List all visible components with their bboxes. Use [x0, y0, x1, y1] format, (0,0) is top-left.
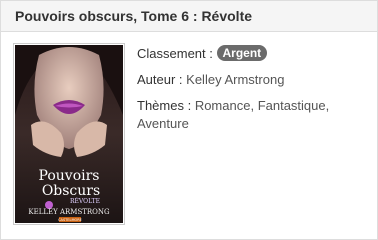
- cover-author: KELLEY ARMSTRONG: [28, 208, 110, 216]
- theme-link-romance[interactable]: Romance,: [195, 98, 254, 113]
- book-cover[interactable]: Pouvoirs Obscurs RÉVOLTE KELLEY ARMSTRON…: [13, 43, 125, 225]
- card-header: Pouvoirs obscurs, Tome 6 : Révolte: [1, 1, 377, 32]
- author-row: Auteur : Kelley Armstrong: [137, 71, 367, 89]
- themes-label: Thèmes :: [137, 98, 192, 113]
- ranking-badge: Argent: [216, 45, 268, 61]
- cover-title-line1: Pouvoirs: [39, 168, 100, 184]
- book-title: Pouvoirs obscurs, Tome 6 : Révolte: [15, 7, 253, 24]
- theme-link-aventure[interactable]: Aventure: [137, 116, 189, 131]
- themes-row: Thèmes : Romance, Fantastique, Aventure: [137, 97, 367, 133]
- book-card: Pouvoirs obscurs, Tome 6 : Révolte Pouvo…: [0, 0, 378, 240]
- cover-publisher: CASTELMORE: [58, 218, 82, 222]
- author-link[interactable]: Kelley Armstrong: [186, 72, 284, 87]
- book-cover-art: Pouvoirs Obscurs RÉVOLTE KELLEY ARMSTRON…: [15, 45, 123, 223]
- theme-link-fantastique[interactable]: Fantastique,: [258, 98, 330, 113]
- ranking-label: Classement :: [137, 46, 213, 61]
- author-label: Auteur :: [137, 72, 183, 87]
- ranking-row: Classement : Argent: [137, 45, 367, 63]
- cover-subtitle: RÉVOLTE: [70, 197, 100, 205]
- cover-title-line2: Obscurs: [42, 183, 100, 199]
- book-details: Classement : Argent Auteur : Kelley Arms…: [137, 45, 367, 141]
